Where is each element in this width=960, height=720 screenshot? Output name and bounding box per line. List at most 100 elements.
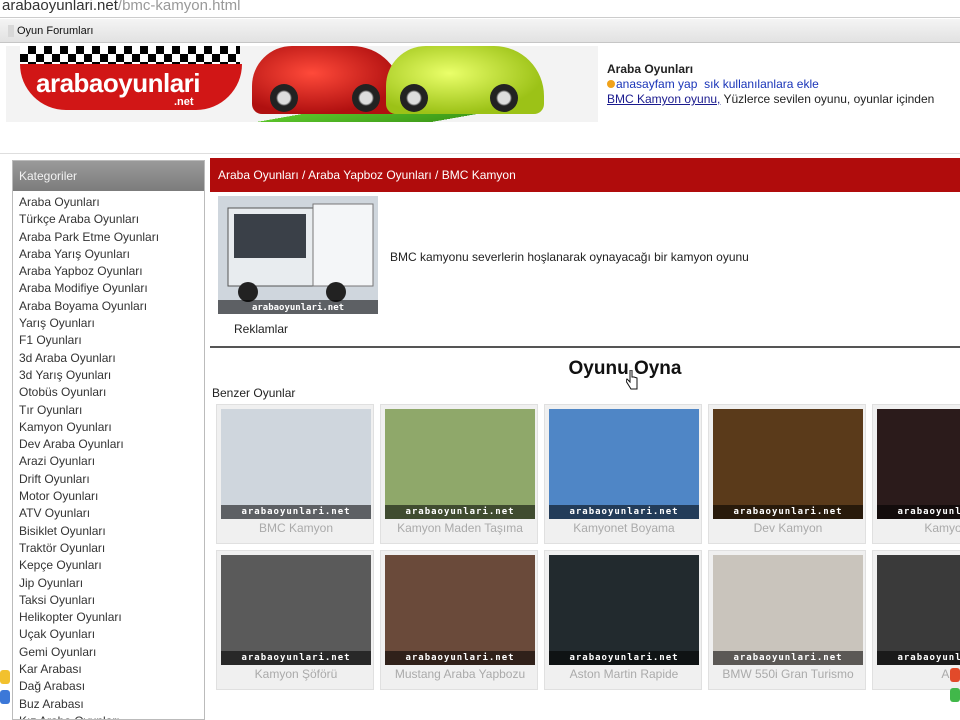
game-card-image[interactable]: arabaoyunlari.net xyxy=(385,409,535,519)
category-link[interactable]: Araba Modifiye Oyunları xyxy=(19,280,204,297)
category-link[interactable]: Jip Oyunları xyxy=(19,575,204,592)
category-link[interactable]: Taksi Oyunları xyxy=(19,592,204,609)
game-description: BMC kamyonu severlerin hoşlanarak oynaya… xyxy=(390,250,749,264)
breadcrumb-item[interactable]: Araba Yapboz Oyunları xyxy=(308,168,432,182)
site-title: Araba Oyunları xyxy=(607,62,694,76)
category-link[interactable]: Arazi Oyunları xyxy=(19,453,204,470)
game-card[interactable]: arabaoyunlari.net Kamyon Maden Taşıma xyxy=(380,404,538,544)
wheel-icon xyxy=(490,84,518,112)
game-card-title[interactable]: BMC Kamyon xyxy=(217,521,375,535)
game-card[interactable]: arabaoyunlari.net Kamyon Şöförü xyxy=(216,550,374,690)
game-card-title[interactable]: Kamyon Şöförü xyxy=(217,667,375,681)
checkered-flag-graphic xyxy=(20,46,240,64)
game-card-image[interactable]: arabaoyunlari.net xyxy=(221,555,371,665)
game-thumbnail[interactable]: arabaoyunlari.net xyxy=(218,196,378,314)
category-link[interactable]: Türkçe Araba Oyunları xyxy=(19,211,204,228)
play-game-button[interactable]: Oyunu Oyna xyxy=(210,358,960,380)
game-card-watermark: arabaoyunlari.net xyxy=(877,505,960,519)
game-card-title[interactable]: Dev Kamyon xyxy=(709,521,867,535)
game-card-title[interactable]: Kamyonet Boyama xyxy=(545,521,703,535)
game-card[interactable]: arabaoyunlari.net Mustang Araba Yapbozu xyxy=(380,550,538,690)
category-link[interactable]: Kamyon Oyunları xyxy=(19,419,204,436)
game-card-title[interactable]: Kamyon S xyxy=(873,521,960,535)
game-card-image[interactable]: arabaoyunlari.net xyxy=(877,409,960,519)
category-link[interactable]: Bisiklet Oyunları xyxy=(19,523,204,540)
bookmark-oyun-forumlari[interactable]: Oyun Forumları xyxy=(2,22,99,40)
category-link[interactable]: Gemi Oyunları xyxy=(19,644,204,661)
category-link[interactable]: Kar Arabası xyxy=(19,661,204,678)
game-card[interactable]: arabaoyunlari.net Aud xyxy=(872,550,960,690)
category-link[interactable]: Araba Boyama Oyunları xyxy=(19,298,204,315)
wheel-icon xyxy=(270,84,298,112)
hand-cursor-icon xyxy=(626,370,638,390)
category-link[interactable]: Araba Park Etme Oyunları xyxy=(19,229,204,246)
game-card-image[interactable]: arabaoyunlari.net xyxy=(713,555,863,665)
category-link[interactable]: Otobüs Oyunları xyxy=(19,384,204,401)
category-link[interactable]: ATV Oyunları xyxy=(19,505,204,522)
bookmarks-bar: Oyun Forumları xyxy=(0,19,960,43)
address-bar[interactable]: arabaoyunlari.net/bmc-kamyon.html xyxy=(0,0,960,18)
right-edge-red-icon[interactable] xyxy=(950,668,960,682)
category-link[interactable]: Kız Araba Oyunları xyxy=(19,713,204,719)
category-link[interactable]: Araba Yapboz Oyunları xyxy=(19,263,204,280)
header-spacer xyxy=(0,124,960,154)
game-card-title[interactable]: Aston Martin Rapide xyxy=(545,667,703,681)
category-link[interactable]: 3d Yarış Oyunları xyxy=(19,367,204,384)
category-link[interactable]: Tır Oyunları xyxy=(19,402,204,419)
game-card-watermark: arabaoyunlari.net xyxy=(221,651,371,665)
game-card[interactable]: arabaoyunlari.net Kamyonet Boyama xyxy=(544,404,702,544)
category-link[interactable]: 3d Araba Oyunları xyxy=(19,350,204,367)
game-card-title[interactable]: Kamyon Maden Taşıma xyxy=(381,521,539,535)
set-homepage-link[interactable]: anasayfam yap xyxy=(616,77,697,91)
game-card-image[interactable]: arabaoyunlari.net xyxy=(385,555,535,665)
game-card-image[interactable]: arabaoyunlari.net xyxy=(713,409,863,519)
wheel-icon xyxy=(352,84,380,112)
game-card-image[interactable]: arabaoyunlari.net xyxy=(549,409,699,519)
game-card-image[interactable]: arabaoyunlari.net xyxy=(877,555,960,665)
category-link[interactable]: Uçak Oyunları xyxy=(19,626,204,643)
home-arrow-icon xyxy=(607,80,615,88)
green-car-image xyxy=(386,46,544,114)
category-link[interactable]: Kepçe Oyunları xyxy=(19,557,204,574)
game-link[interactable]: BMC Kamyon oyunu, xyxy=(607,92,720,106)
url-host: arabaoyunlari.net xyxy=(2,0,118,14)
game-card[interactable]: arabaoyunlari.net Kamyon S xyxy=(872,404,960,544)
game-card[interactable]: arabaoyunlari.net Aston Martin Rapide xyxy=(544,550,702,690)
category-link[interactable]: Motor Oyunları xyxy=(19,488,204,505)
add-favorites-link[interactable]: sık kullanılanlara ekle xyxy=(704,77,819,91)
category-link[interactable]: Buz Arabası xyxy=(19,696,204,713)
category-link[interactable]: Traktör Oyunları xyxy=(19,540,204,557)
category-link[interactable]: Yarış Oyunları xyxy=(19,315,204,332)
game-card-image[interactable]: arabaoyunlari.net xyxy=(549,555,699,665)
wheel-icon xyxy=(400,84,428,112)
category-link[interactable]: Araba Yarış Oyunları xyxy=(19,246,204,263)
category-link[interactable]: Araba Oyunları xyxy=(19,194,204,211)
game-card-watermark: arabaoyunlari.net xyxy=(385,651,535,665)
game-summary: arabaoyunlari.net BMC kamyonu severlerin… xyxy=(210,192,960,348)
right-edge-green-icon[interactable] xyxy=(950,688,960,702)
category-link[interactable]: Dağ Arabası xyxy=(19,678,204,695)
game-card-title[interactable]: Mustang Araba Yapbozu xyxy=(381,667,539,681)
game-card[interactable]: arabaoyunlari.net BMC Kamyon xyxy=(216,404,374,544)
breadcrumb-item[interactable]: Araba Oyunları xyxy=(218,168,299,182)
categories-sidebar: Kategoriler Araba Oyunları Türkçe Araba O… xyxy=(12,160,205,720)
category-link[interactable]: Drift Oyunları xyxy=(19,471,204,488)
game-card-image[interactable]: arabaoyunlari.net xyxy=(221,409,371,519)
left-edge-blue-icon[interactable] xyxy=(0,690,10,704)
category-link[interactable]: Dev Araba Oyunları xyxy=(19,436,204,453)
game-card-title[interactable]: Aud xyxy=(873,667,960,681)
bookmark-label: Oyun Forumları xyxy=(17,25,94,37)
main-content: Araba Oyunları / Araba Yapboz Oyunları /… xyxy=(210,158,960,720)
thumbnail-watermark: arabaoyunlari.net xyxy=(252,302,344,313)
site-banner[interactable]: arabaoyunlari .net xyxy=(6,46,598,122)
category-link[interactable]: Helikopter Oyunları xyxy=(19,609,204,626)
game-card-title[interactable]: BMW 550i Gran Turismo xyxy=(709,667,867,681)
game-card[interactable]: arabaoyunlari.net BMW 550i Gran Turismo xyxy=(708,550,866,690)
url-path: /bmc-kamyon.html xyxy=(117,0,241,14)
breadcrumb-separator: / xyxy=(431,168,442,182)
header-info: Araba Oyunları anasayfam yap sık kullanı… xyxy=(607,62,960,107)
category-link[interactable]: F1 Oyunları xyxy=(19,332,204,349)
game-blurb: Yüzlerce sevilen oyunu, oyunlar içinden xyxy=(720,92,935,106)
left-edge-yellow-icon[interactable] xyxy=(0,670,10,684)
game-card[interactable]: arabaoyunlari.net Dev Kamyon xyxy=(708,404,866,544)
